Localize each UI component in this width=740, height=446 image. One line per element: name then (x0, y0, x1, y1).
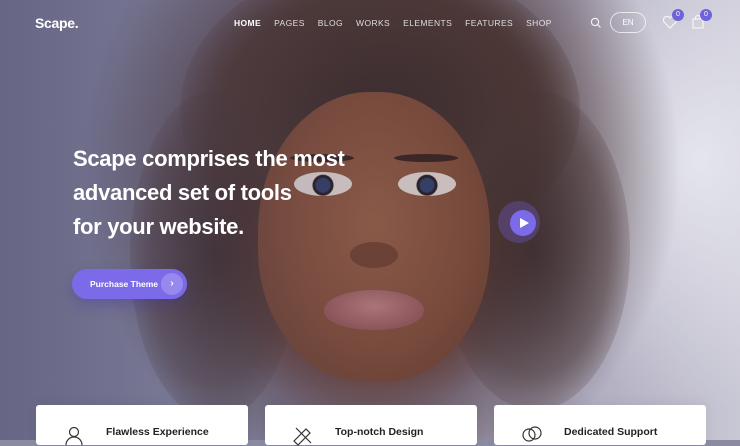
cart-count-badge: 0 (700, 9, 712, 21)
top-navigation: Scape. HOME PAGES BLOG WORKS ELEMENTS FE… (0, 0, 740, 44)
headline-line: Scape comprises the most (73, 146, 345, 171)
purchase-theme-label: Purchase Theme (90, 279, 159, 289)
nav-item-pages[interactable]: PAGES (274, 18, 305, 28)
wishlist-count-badge: 0 (672, 9, 684, 21)
feature-title: Dedicated Support (564, 426, 658, 438)
play-icon (510, 210, 536, 236)
purchase-theme-button[interactable]: Purchase Theme › (72, 269, 187, 299)
search-icon[interactable] (590, 16, 602, 28)
headline-line: advanced set of tools (73, 180, 292, 205)
play-video-button[interactable] (498, 201, 540, 243)
nav-item-blog[interactable]: BLOG (318, 18, 343, 28)
feature-title: Top-notch Design (335, 426, 424, 438)
hero-headline: Scape comprises the most advanced set of… (73, 142, 373, 244)
feature-card-flawless-experience[interactable]: Flawless Experience (36, 405, 248, 446)
ruler-pencil-icon (293, 427, 312, 446)
nav-item-home[interactable]: HOME (234, 18, 261, 28)
chevron-right-icon: › (161, 273, 183, 295)
nav-item-works[interactable]: WORKS (356, 18, 390, 28)
user-icon (65, 426, 83, 446)
language-selector[interactable]: EN (610, 12, 646, 33)
cart-button[interactable]: 0 (690, 9, 712, 29)
chat-icon (522, 426, 542, 442)
site-logo[interactable]: Scape. (35, 15, 79, 31)
feature-title: Flawless Experience (106, 426, 209, 438)
main-menu: HOME PAGES BLOG WORKS ELEMENTS FEATURES … (234, 18, 552, 28)
feature-card-dedicated-support[interactable]: Dedicated Support (494, 405, 706, 445)
nav-item-shop[interactable]: SHOP (526, 18, 552, 28)
feature-card-top-notch-design[interactable]: Top-notch Design (265, 405, 477, 446)
headline-line: for your website. (73, 214, 244, 239)
nav-item-features[interactable]: FEATURES (465, 18, 513, 28)
wishlist-button[interactable]: 0 (662, 9, 684, 29)
nav-item-elements[interactable]: ELEMENTS (403, 18, 452, 28)
